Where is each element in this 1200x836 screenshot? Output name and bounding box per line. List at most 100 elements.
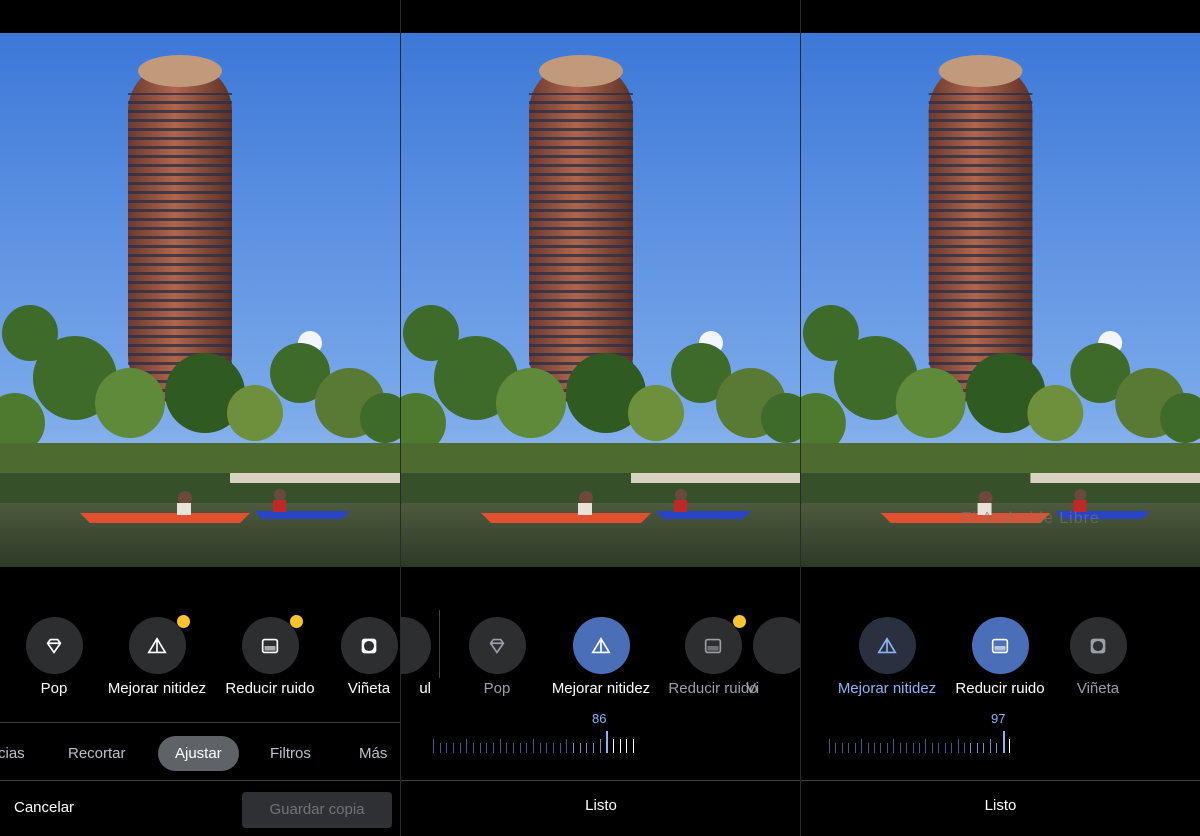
tab-effects[interactable]: cias <box>0 736 25 771</box>
photo-preview <box>801 33 1200 567</box>
cancel-button[interactable]: Cancelar <box>14 799 74 816</box>
slider-tick <box>835 743 837 753</box>
tool-denoise[interactable]: Reducir ruido <box>945 617 1055 697</box>
tab-crop[interactable]: Recortar <box>68 736 126 771</box>
tab-adjust[interactable]: Ajustar <box>158 736 239 771</box>
tool-pop[interactable]: Pop <box>442 617 552 697</box>
tool-label: Reducir ruido <box>955 680 1045 697</box>
slider-tick <box>925 739 927 753</box>
slider-tick <box>829 739 830 753</box>
slider-tick <box>613 739 614 753</box>
slider-tick <box>586 743 588 753</box>
slider-tick <box>626 739 628 753</box>
diamond-icon <box>468 617 526 674</box>
tool-sharpen[interactable]: Mejorar nitidez <box>102 615 212 697</box>
changed-badge <box>732 615 746 628</box>
slider-tick <box>519 743 521 753</box>
triangle-icon <box>572 617 630 674</box>
watermark: El Androide Libre <box>961 510 1100 527</box>
slider-tick <box>546 743 548 753</box>
slider-tick <box>906 743 908 753</box>
slider-tick <box>996 743 998 753</box>
diamond-icon <box>25 617 83 674</box>
slider-tick <box>976 743 978 753</box>
divider <box>0 722 400 723</box>
slider-tick <box>957 739 959 753</box>
slider-tick <box>446 743 448 753</box>
slider-value: 86 <box>592 711 607 726</box>
tool-denoise[interactable]: Reducir ruido <box>215 615 325 697</box>
slider-tick <box>486 743 488 753</box>
tool-sharpen[interactable]: Mejorar nitidez <box>546 617 656 697</box>
slider-tick <box>473 743 474 753</box>
slider-tick <box>493 743 494 753</box>
triangle-icon <box>128 615 190 674</box>
tool-sharpen[interactable]: Mejorar nitidez <box>832 617 942 697</box>
slider-tick <box>599 739 601 753</box>
vignette-icon <box>752 617 801 674</box>
slider-tick <box>593 743 594 753</box>
slider-tick <box>944 743 946 753</box>
slider-tick <box>606 731 609 753</box>
save-copy-button[interactable]: Guardar copia <box>242 792 392 828</box>
tool-label: Viñeta <box>347 680 391 697</box>
slider-tick <box>459 743 461 753</box>
slider-tick <box>874 743 875 753</box>
slider-tick <box>970 743 972 753</box>
done-button[interactable]: Listo <box>401 797 801 814</box>
slider-tick <box>989 739 991 753</box>
noise-square-icon <box>241 615 303 674</box>
divider <box>0 780 400 781</box>
vignette-icon <box>340 617 398 674</box>
slider-tick <box>466 739 468 753</box>
tool-vignette[interactable]: Vi <box>746 617 801 697</box>
tab-more[interactable]: Más <box>359 736 387 771</box>
slider-tick <box>1009 739 1010 753</box>
sharpen-slider[interactable] <box>433 731 634 753</box>
slider-tick <box>573 743 574 753</box>
slider-tick <box>848 743 850 753</box>
divider <box>401 780 801 781</box>
changed-badge <box>289 615 303 628</box>
tab-filters[interactable]: Filtros <box>270 736 311 771</box>
slider-tick <box>1002 731 1005 753</box>
tool-label: Pop <box>40 680 68 697</box>
slider-tick <box>880 743 882 753</box>
slider-tick <box>559 743 561 753</box>
slider-tick <box>633 739 634 753</box>
slider-tick <box>938 743 940 753</box>
slider-tick <box>899 743 901 753</box>
photo-preview <box>401 33 801 567</box>
vignette-icon <box>1069 617 1127 674</box>
slider-tick <box>912 743 914 753</box>
triangle-icon <box>858 617 916 674</box>
slider-tick <box>513 743 514 753</box>
tool-label: Mejorar nitidez <box>837 680 937 697</box>
editor-panel-adjust: Pop Mejorar nitidez Reducir ruido Viñeta… <box>0 0 400 836</box>
tool-pop[interactable]: Pop <box>0 617 109 697</box>
noise-square-icon <box>971 617 1029 674</box>
denoise-slider[interactable] <box>829 731 1010 753</box>
slider-tick <box>526 743 528 753</box>
done-button[interactable]: Listo <box>801 797 1200 814</box>
slider-tick <box>983 743 985 753</box>
slider-tick <box>841 743 843 753</box>
slider-tick <box>951 743 953 753</box>
tool-label: Pop <box>483 680 511 697</box>
noise-square-icon <box>684 615 746 674</box>
slider-tick <box>854 743 856 753</box>
slider-tick <box>619 739 621 753</box>
slider-tick <box>479 743 481 753</box>
slider-tick <box>931 743 933 753</box>
tool-vignette[interactable]: Viñeta <box>314 617 400 697</box>
tool-vignette[interactable]: Viñeta <box>1043 617 1153 697</box>
changed-badge <box>176 615 190 628</box>
photo-preview <box>0 33 400 567</box>
partial-tool-icon <box>401 617 431 674</box>
slider-tick <box>439 743 441 753</box>
tool-label: Reducir ruido <box>225 680 315 697</box>
divider <box>801 780 1200 781</box>
slider-tick <box>433 739 434 753</box>
slider-tick <box>553 743 554 753</box>
slider-tick <box>533 739 534 753</box>
